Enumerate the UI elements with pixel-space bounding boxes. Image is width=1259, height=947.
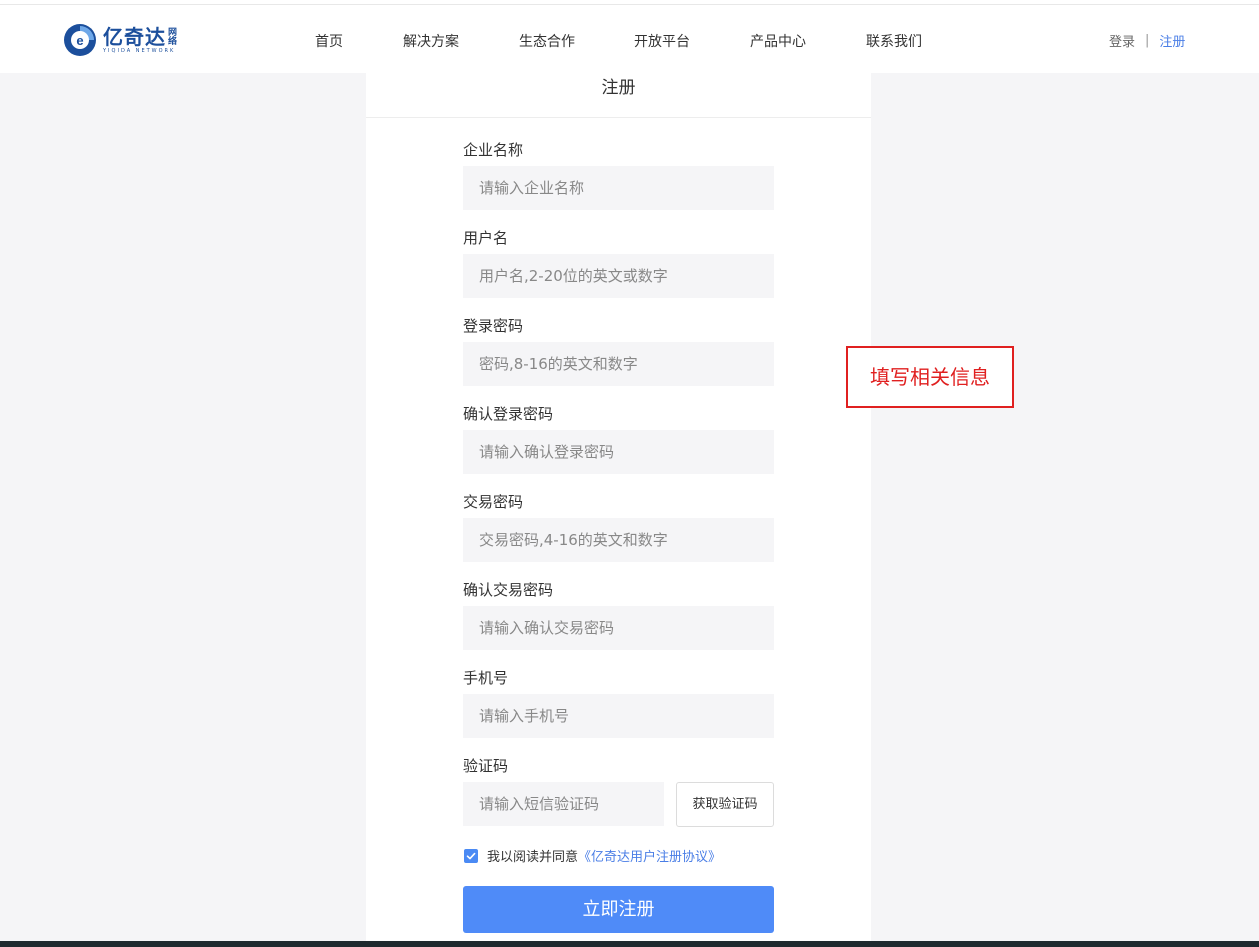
- confirm-trade-password-label: 确认交易密码: [463, 581, 554, 599]
- site-header: e 亿奇达 网络 YIQIDA NETWORK 首页 解决方案 生态合作 开放平…: [0, 5, 1259, 73]
- register-link[interactable]: 注册: [1159, 31, 1185, 50]
- bottom-bar: [0, 941, 1259, 947]
- agreement-text: 我以阅读并同意: [487, 850, 579, 865]
- register-submit-button[interactable]: 立即注册: [463, 886, 774, 933]
- nav-home[interactable]: 首页: [315, 31, 343, 51]
- annotation-box: 填写相关信息: [846, 346, 1014, 408]
- nav-products[interactable]: 产品中心: [750, 31, 806, 51]
- username-input[interactable]: [463, 254, 774, 298]
- svg-text:e: e: [76, 33, 83, 48]
- logo-name: 亿奇达: [103, 25, 166, 49]
- nav-solutions[interactable]: 解决方案: [403, 31, 459, 51]
- logo-text: 亿奇达 网络 YIQIDA NETWORK: [103, 26, 178, 54]
- nav-open-platform[interactable]: 开放平台: [634, 31, 690, 51]
- login-link[interactable]: 登录: [1109, 31, 1135, 50]
- get-code-button[interactable]: 获取验证码: [676, 782, 774, 827]
- auth-separator: |: [1145, 33, 1150, 48]
- agreement-link[interactable]: 《亿奇达用户注册协议》: [578, 846, 721, 865]
- nav-ecosystem[interactable]: 生态合作: [519, 31, 575, 51]
- check-icon: [466, 852, 476, 859]
- login-password-input[interactable]: [463, 342, 774, 386]
- login-password-label: 登录密码: [463, 317, 524, 335]
- auth-links: 登录 | 注册: [1109, 31, 1185, 50]
- sms-code-label: 验证码: [463, 757, 509, 775]
- trade-password-input[interactable]: [463, 518, 774, 562]
- agreement-row: 我以阅读并同意 《亿奇达用户注册协议》: [464, 846, 721, 865]
- confirm-login-password-label: 确认登录密码: [463, 405, 554, 423]
- logo-tag: 网络: [168, 28, 179, 47]
- phone-label: 手机号: [463, 669, 509, 687]
- phone-input[interactable]: [463, 694, 774, 738]
- confirm-trade-password-input[interactable]: [463, 606, 774, 650]
- company-name-label: 企业名称: [463, 141, 524, 159]
- sms-code-input[interactable]: [463, 782, 664, 826]
- agreement-checkbox[interactable]: [464, 848, 478, 863]
- nav-contact[interactable]: 联系我们: [866, 31, 922, 51]
- logo-mark-icon: e: [64, 24, 96, 56]
- register-title: 注册: [366, 73, 871, 118]
- confirm-login-password-input[interactable]: [463, 430, 774, 474]
- trade-password-label: 交易密码: [463, 493, 524, 511]
- logo-subtitle: YIQIDA NETWORK: [103, 48, 176, 54]
- username-label: 用户名: [463, 229, 509, 247]
- company-name-input[interactable]: [463, 166, 774, 210]
- logo[interactable]: e 亿奇达 网络 YIQIDA NETWORK: [63, 22, 178, 58]
